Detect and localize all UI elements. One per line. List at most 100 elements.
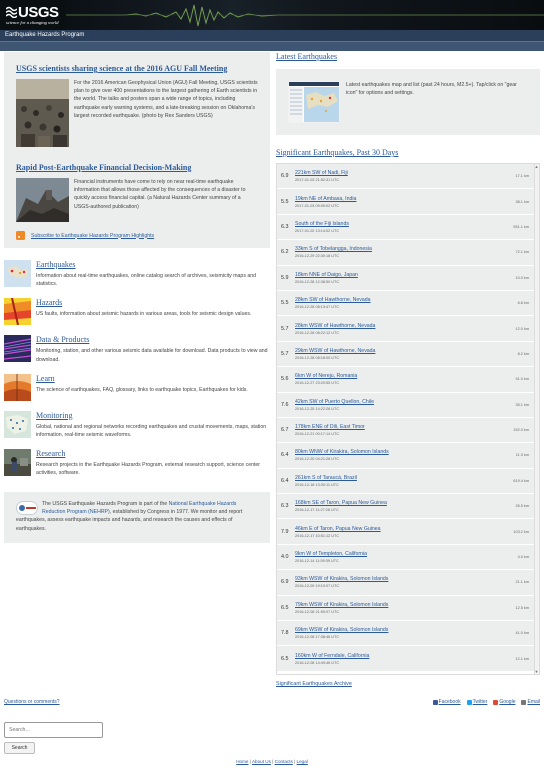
scroll-up-arrow-icon[interactable]: ▲ (534, 164, 539, 169)
quake-place-link[interactable]: South of the Fiji Islands (295, 221, 513, 227)
hazards-map-thumbnail[interactable] (4, 298, 31, 326)
scroll-down-arrow-icon[interactable]: ▼ (534, 669, 539, 674)
quake-place-link[interactable]: 69km WSW of Kirakira, Solomon Islands (295, 627, 515, 633)
collapsed-building-photo[interactable] (16, 178, 69, 222)
quake-place-link[interactable]: 178km ENE of Dili, East Timor (295, 424, 513, 430)
quake-place-link[interactable]: 28km WSW of Hawthorne, Nevada (295, 323, 515, 329)
quake-row[interactable]: 6.7 178km ENE of Dili, East Timor 2016-12-… (277, 417, 539, 444)
footer-link-about[interactable]: About Us (252, 759, 271, 764)
quake-row[interactable]: 6.4 80km WNW of Kirakira, Solomon Islands… (277, 443, 539, 469)
quake-place-link[interactable]: 168km SE of Taron, Papua New Guinea (295, 500, 515, 506)
quake-info: 69km WSW of Kirakira, Solomon Islands 201… (295, 627, 515, 639)
topic-earthquakes-title[interactable]: Earthquakes (36, 260, 270, 269)
research-photo-thumbnail[interactable] (4, 449, 31, 477)
quake-depth: 26.5 km (515, 504, 529, 509)
quake-time: 2017-01-02 13:14:02 UTC (295, 228, 340, 233)
google-label: Google (499, 699, 516, 705)
footer-link-contacts[interactable]: Contacts (275, 759, 293, 764)
quake-magnitude: 6.7 (281, 427, 289, 434)
questions-comments-link[interactable]: Questions or comments? (4, 699, 60, 705)
latest-earthquakes-title[interactable]: Latest Earthquakes (276, 52, 540, 61)
quake-time: 2017-01-03 21:52:31 UTC (295, 178, 340, 183)
quake-place-link[interactable]: 19km NE of Ambasa, India (295, 196, 515, 202)
latest-earthquakes-map-thumbnail[interactable] (288, 81, 340, 123)
significant-earthquakes-archive-link[interactable]: Significant Earthquakes Archive (276, 681, 540, 687)
topic-hazards-title[interactable]: Hazards (36, 298, 251, 307)
quake-row[interactable]: 7.8 69km WSW of Kirakira, Solomon Islands… (277, 621, 539, 647)
quake-time: 2016-12-17 11:27:28 UTC (295, 508, 339, 513)
quake-row[interactable]: 6.5 160km W of Ferndale, California 2016-1… (277, 646, 539, 672)
program-title[interactable]: Earthquake Hazards Program (5, 32, 84, 38)
topic-monitoring-title[interactable]: Monitoring (36, 411, 270, 420)
quake-row[interactable]: 5.7 28km WSW of Hawthorne, Nevada 2016-12-… (277, 316, 539, 342)
topic-data-products-title[interactable]: Data & Products (36, 335, 270, 344)
quake-row[interactable]: 5.9 18km NNE of Daigo, Japan 2016-12-28 12… (277, 265, 539, 291)
search-button[interactable]: Search (4, 742, 35, 754)
nehrp-logo[interactable] (16, 500, 38, 515)
list-scrollbar[interactable] (534, 164, 539, 674)
rss-subscribe[interactable]: Subscribe to Earthquake Hazards Program … (16, 231, 258, 240)
quake-row[interactable]: 6.4 261km S of Taraucá, Brazil 2016-12-18 … (277, 468, 539, 495)
significant-earthquakes-title[interactable]: Significant Earthquakes, Past 30 Days (276, 148, 540, 157)
facebook-link[interactable]: Facebook (432, 699, 461, 705)
quake-row[interactable]: 6.9 221km SW of Nadi, Fiji 2017-01-03 21:5… (277, 164, 539, 190)
quake-row[interactable]: 6.9 93km WSW of Kirakira, Solomon Islands… (277, 570, 539, 596)
email-link[interactable]: Email (521, 699, 540, 705)
quake-row[interactable]: 5.5 19km NE of Ambasa, India 2017-01-03 09… (277, 189, 539, 215)
quake-place-link[interactable]: 33km S of Tobelangga, Indonesia (295, 246, 515, 252)
search-input[interactable] (4, 722, 103, 738)
quake-row[interactable]: 5.5 28km SW of Hawthorne, Nevada 2016-12-2… (277, 290, 539, 317)
twitter-link[interactable]: Twitter (466, 699, 487, 705)
learn-thumbnail[interactable] (4, 373, 31, 401)
google-icon (493, 699, 499, 705)
quake-row[interactable]: 5.7 29km WSW of Hawthorne, Nevada 2016-12-… (277, 341, 539, 368)
footer-link-legal[interactable]: Legal (297, 759, 308, 764)
highlight-1-title[interactable]: USGS scientists sharing science at the 2… (16, 64, 258, 73)
quake-place-link[interactable]: 42km SW of Puerto Quellon, Chile (295, 399, 515, 405)
quake-place-link[interactable]: 160km W of Ferndale, California (295, 653, 515, 659)
quake-place-link[interactable]: 9km W of Templeton, California (295, 551, 518, 557)
topic-research: Research Research projects in the Earthq… (4, 449, 270, 477)
quake-depth: 8.2 km (517, 351, 529, 356)
quake-info: 160km W of Ferndale, California 2016-12-0… (295, 653, 515, 665)
highlight-2-text: Financial instruments have come to rely … (74, 179, 246, 210)
logo-text: USGS (18, 4, 59, 21)
topic-research-title[interactable]: Research (36, 449, 270, 458)
quake-row[interactable]: 5.6 6km W of Nereju, Romania 2016-12-27 23… (277, 367, 539, 393)
quake-place-link[interactable]: 46km E of Taron, Papua New Guinea (295, 526, 513, 532)
quake-place-link[interactable]: 18km NNE of Daigo, Japan (295, 272, 515, 278)
footer-link-home[interactable]: Home (236, 759, 248, 764)
quake-place-link[interactable]: 28km SW of Hawthorne, Nevada (295, 297, 518, 303)
quake-place-link[interactable]: 261km S of Taraucá, Brazil (295, 475, 513, 481)
google-link[interactable]: Google (493, 699, 515, 705)
quake-place-link[interactable]: 79km WSW of Kirakira, Solomon Islands (295, 602, 515, 608)
monitoring-map-thumbnail[interactable] (4, 410, 31, 438)
quake-place-link[interactable]: 80km WNW of Kirakira, Solomon Islands (295, 449, 516, 455)
topic-learn-title[interactable]: Learn (36, 374, 248, 383)
quake-time: 2016-12-25 14:22:26 UTC (295, 406, 340, 411)
quake-place-link[interactable]: 29km WSW of Hawthorne, Nevada (295, 348, 518, 354)
quake-row[interactable]: 6.3 168km SE of Taron, Papua New Guinea 20… (277, 494, 539, 520)
quake-depth: 6.8 km (517, 301, 529, 306)
quake-depth: 38.1 km (515, 199, 529, 204)
topic-hazards-desc: US faults, information about seismic haz… (36, 311, 252, 318)
quake-place-link[interactable]: 6km W of Nereju, Romania (295, 373, 515, 379)
quake-row[interactable]: 7.6 42km SW of Puerto Quellon, Chile 2016-… (277, 392, 539, 418)
quake-time: 2016-12-27 23:20:55 UTC (295, 381, 340, 386)
quake-row[interactable]: 7.9 46km E of Taron, Papua New Guinea 2016… (277, 519, 539, 545)
quake-row[interactable]: 4.0 9km W of Templeton, California 2016-12… (277, 544, 539, 571)
usgs-logo[interactable]: USGS science for a changing world (4, 3, 64, 27)
agu-meeting-photo[interactable] (16, 79, 69, 147)
quake-row[interactable]: 6.3 South of the Fiji Islands 2017-01-02 1… (277, 214, 539, 241)
earthquakes-map-thumbnail[interactable] (4, 260, 31, 287)
significant-earthquakes-list[interactable]: 6.9 221km SW of Nadi, Fiji 2017-01-03 21:5… (276, 163, 540, 675)
quake-place-link[interactable]: 221km SW of Nadi, Fiji (295, 170, 515, 176)
quake-row[interactable]: 6.2 33km S of Tobelangga, Indonesia 2016-1… (277, 240, 539, 266)
quake-place-link[interactable]: 93km WSW of Kirakira, Solomon Islands (295, 576, 515, 582)
data-products-thumbnail[interactable] (4, 335, 31, 363)
rss-subscribe-link[interactable]: Subscribe to Earthquake Hazards Program … (31, 233, 154, 239)
quake-info: 80km WNW of Kirakira, Solomon Islands 201… (295, 449, 516, 461)
quake-row[interactable]: 6.5 79km WSW of Kirakira, Solomon Islands… (277, 595, 539, 622)
highlight-2-title[interactable]: Rapid Post-Earthquake Financial Decision… (16, 163, 258, 172)
quake-depth: 91.0 km (515, 377, 529, 382)
